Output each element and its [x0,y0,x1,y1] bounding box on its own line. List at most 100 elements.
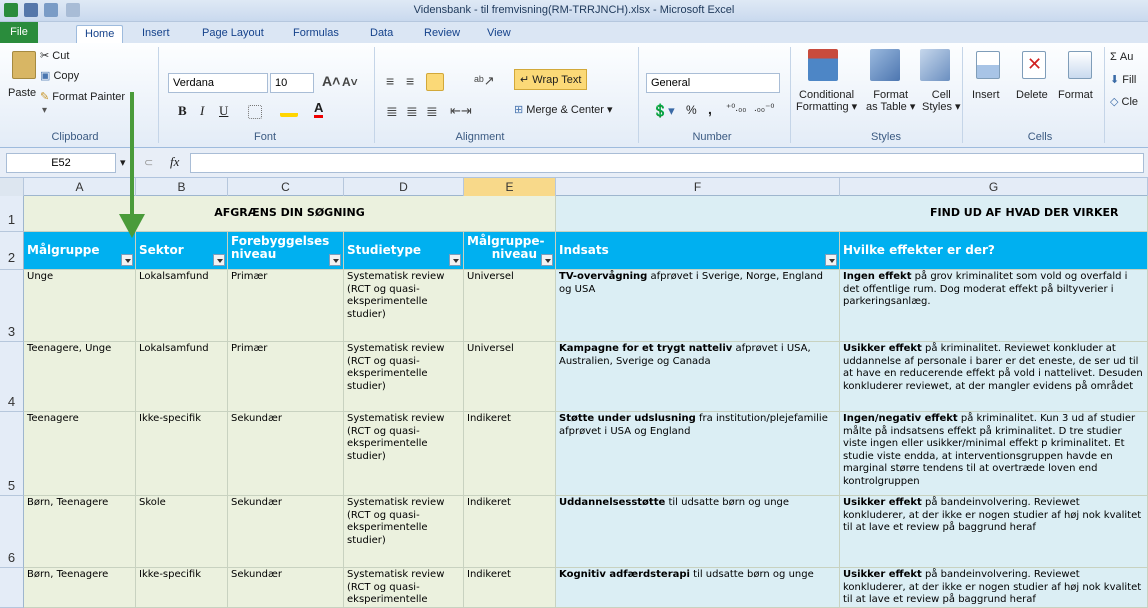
cell-d7[interactable]: Systematisk review (RCT og quasi-eksperi… [344,568,464,608]
sort-filter-icon[interactable] [449,254,461,266]
cell-f5[interactable]: Støtte under udslusning fra institution/… [556,412,840,496]
header-cell-sektor[interactable]: Sektor [136,232,228,270]
clear-button[interactable]: ◇ Cle [1110,95,1138,108]
cell-a3[interactable]: Unge [24,270,136,342]
section-header-effects[interactable]: FIND UD AF HVAD DER VIRKER [556,196,1148,232]
header-cell-forebyggelses[interactable]: Forebyggelses niveau [228,232,344,270]
align-center-icon[interactable]: ≣ [406,103,418,120]
tab-insert[interactable]: Insert [134,25,178,43]
paste-button[interactable]: Paste [8,87,36,99]
delete-button[interactable]: Delete [1016,89,1048,101]
column-header-c[interactable]: C [228,178,344,196]
filter-dropdown-icon[interactable] [121,254,133,266]
cell-b3[interactable]: Lokalsamfund [136,270,228,342]
insert-cells-icon[interactable] [976,51,1000,79]
filter-dropdown-icon[interactable] [541,254,553,266]
cell-g7[interactable]: Usikker effekt på bandeinvolvering. Revi… [840,568,1148,608]
row-header-2[interactable]: 2 [0,232,24,270]
decrease-decimal-icon[interactable]: .₀₀⁻⁰ [754,103,774,114]
conditional-formatting-button[interactable]: Conditional Formatting ▾ [796,89,857,113]
cell-b7[interactable]: Ikke-specifik [136,568,228,608]
currency-icon[interactable]: 💲▾ [652,103,675,119]
increase-decimal-icon[interactable]: ⁺⁰.₀₀ [726,103,746,114]
tab-file[interactable]: File [0,22,38,43]
percent-button[interactable]: % [686,103,697,117]
cell-e7[interactable]: Indikeret [464,568,556,608]
format-button[interactable]: Format [1058,89,1093,101]
row-header-1[interactable]: 1 [0,196,24,232]
header-cell-studietype[interactable]: Studietype [344,232,464,270]
copy-button[interactable]: ▣ Copy [40,69,79,82]
cell-b6[interactable]: Skole [136,496,228,568]
cell-d3[interactable]: Systematisk review (RCT og quasi-eksperi… [344,270,464,342]
borders-icon[interactable] [248,105,262,119]
cell-g5[interactable]: Ingen/negativ effekt på kriminalitet. Ku… [840,412,1148,496]
cell-e3[interactable]: Universel [464,270,556,342]
cell-g3[interactable]: Ingen effekt på grov kriminalitet som vo… [840,270,1148,342]
cell-a5[interactable]: Teenagere [24,412,136,496]
align-middle-icon[interactable]: ≡ [406,73,414,89]
cell-d6[interactable]: Systematisk review (RCT og quasi-eksperi… [344,496,464,568]
format-cells-icon[interactable] [1068,51,1092,79]
underline-button[interactable]: U [219,103,228,119]
cell-c7[interactable]: Sekundær [228,568,344,608]
cell-e4[interactable]: Universel [464,342,556,412]
italic-button[interactable]: I [200,103,204,119]
row-header-3[interactable]: 3 [0,270,24,342]
tab-review[interactable]: Review [416,25,468,43]
fill-color-icon[interactable] [280,103,298,117]
cell-a6[interactable]: Børn, Teenagere [24,496,136,568]
header-cell-effekter[interactable]: Hvilke effekter er der? [840,232,1148,270]
grow-font-icon[interactable]: A˄ [322,73,340,89]
cell-e6[interactable]: Indikeret [464,496,556,568]
align-left-icon[interactable]: ≣ [386,103,398,120]
font-name-select[interactable]: Verdana [168,73,268,93]
column-header-f[interactable]: F [556,178,840,196]
conditional-formatting-icon[interactable] [808,49,838,81]
header-cell-indsats[interactable]: Indsats [556,232,840,270]
column-header-e[interactable]: E [464,178,556,196]
formula-input[interactable] [190,153,1144,173]
cell-d4[interactable]: Systematisk review (RCT og quasi-eksperi… [344,342,464,412]
tab-home[interactable]: Home [76,25,124,43]
shrink-font-icon[interactable]: A˅ [342,75,358,89]
cell-f3[interactable]: TV-overvågning afprøvet i Sverige, Norge… [556,270,840,342]
wrap-text-button[interactable]: ↵ Wrap Text [514,69,588,90]
cell-g4[interactable]: Usikker effekt på kriminalitet. Reviewet… [840,342,1148,412]
align-bottom-icon[interactable] [426,73,444,91]
column-header-b[interactable]: B [136,178,228,196]
cell-c3[interactable]: Primær [228,270,344,342]
tab-formulas[interactable]: Formulas [285,25,347,43]
merge-center-button[interactable]: ⊞ Merge & Center ▾ [514,103,613,116]
row-header-7[interactable] [0,568,24,608]
cell-c5[interactable]: Sekundær [228,412,344,496]
row-header-6[interactable]: 6 [0,496,24,568]
font-color-icon[interactable]: A [314,101,324,118]
cell-styles-icon[interactable] [920,49,950,81]
cell-b4[interactable]: Lokalsamfund [136,342,228,412]
fill-button[interactable]: ⬇ Fill [1110,73,1136,86]
cell-c4[interactable]: Primær [228,342,344,412]
filter-dropdown-icon[interactable] [213,254,225,266]
number-format-select[interactable]: General [646,73,780,93]
cell-styles-button[interactable]: Cell Styles ▾ [922,89,961,113]
format-painter-button[interactable]: ✎ Format Painter [40,90,125,103]
cell-g6[interactable]: Usikker effekt på bandeinvolvering. Revi… [840,496,1148,568]
cell-a7[interactable]: Børn, Teenagere [24,568,136,608]
row-header-4[interactable]: 4 [0,342,24,412]
paste-icon[interactable] [12,51,36,79]
cell-e5[interactable]: Indikeret [464,412,556,496]
paste-arrow-icon[interactable]: ▾ [42,105,47,116]
tab-view[interactable]: View [479,25,519,43]
row-header-5[interactable]: 5 [0,412,24,496]
comma-button[interactable]: , [708,101,712,117]
column-header-g[interactable]: G [840,178,1148,196]
autosum-button[interactable]: Σ Au [1110,51,1133,63]
tab-data[interactable]: Data [362,25,401,43]
insert-button[interactable]: Insert [972,89,1000,101]
cell-d5[interactable]: Systematisk review (RCT og quasi-eksperi… [344,412,464,496]
indent-icon[interactable]: ⇤⇥ [450,103,472,119]
select-all-corner[interactable] [0,178,24,196]
cell-f7[interactable]: Kognitiv adfærdsterapi til udsatte børn … [556,568,840,608]
align-right-icon[interactable]: ≣ [426,103,438,120]
